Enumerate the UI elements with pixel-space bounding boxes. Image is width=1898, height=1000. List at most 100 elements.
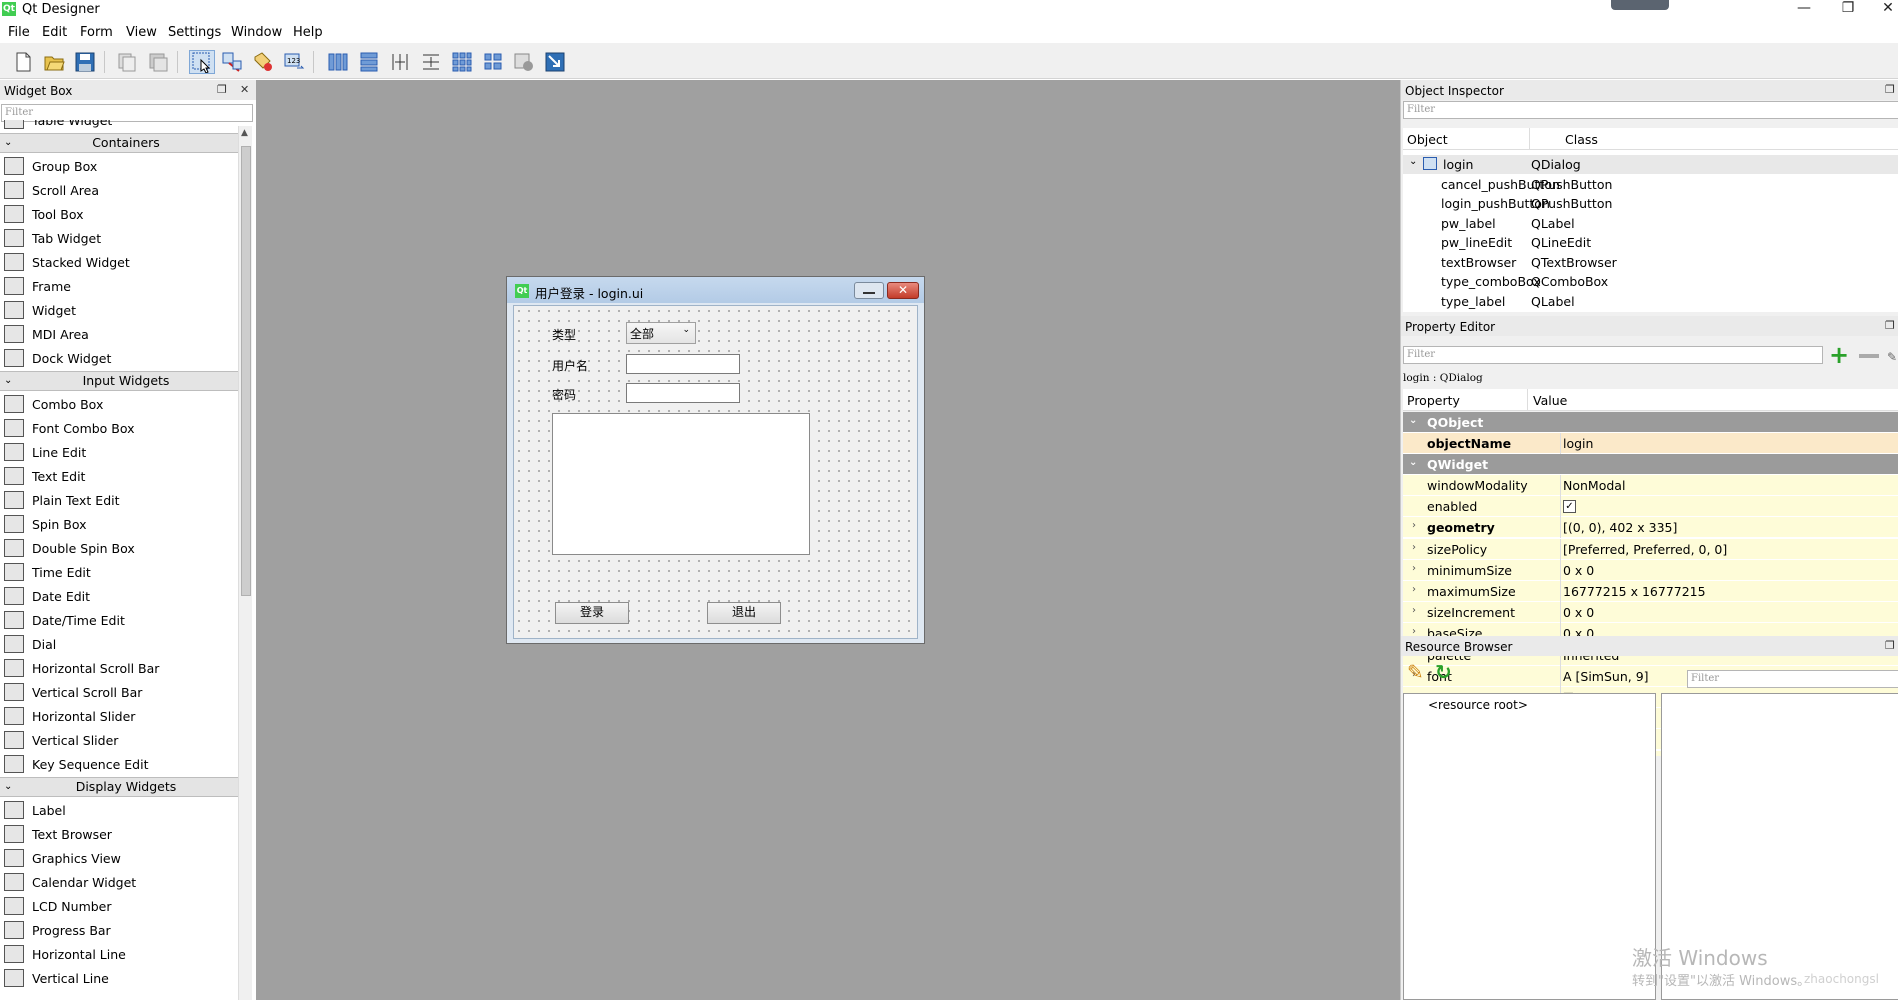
property-value[interactable]: 16777215 x 16777215 bbox=[1563, 584, 1706, 599]
list-item[interactable]: Dock Widget bbox=[0, 346, 252, 370]
property-row[interactable]: › sizePolicy [Preferred, Preferred, 0, 0] bbox=[1403, 538, 1898, 560]
list-item[interactable]: Tool Box bbox=[0, 202, 252, 226]
list-item[interactable]: Spin Box bbox=[0, 512, 252, 536]
property-row[interactable]: › sizeIncrement 0 x 0 bbox=[1403, 602, 1898, 624]
layout-splitter-vertical-icon[interactable] bbox=[418, 50, 444, 74]
resource-filter[interactable]: Filter bbox=[1687, 670, 1898, 688]
category-header[interactable]: ⌄ Containers bbox=[0, 133, 252, 153]
tree-row[interactable]: type_comboBox QComboBox bbox=[1403, 272, 1898, 291]
adjust-size-icon[interactable] bbox=[542, 50, 568, 74]
dialog-close-button[interactable]: ✕ bbox=[887, 282, 919, 299]
tree-row[interactable]: ⌄ login QDialog bbox=[1403, 155, 1898, 174]
property-row-objectname[interactable]: objectName login bbox=[1403, 433, 1898, 454]
property-row[interactable]: windowModality NonModal bbox=[1403, 475, 1898, 496]
list-item[interactable]: LCD Number bbox=[0, 894, 252, 918]
layout-horizontal-icon[interactable] bbox=[325, 50, 351, 74]
menu-file[interactable]: File bbox=[8, 25, 30, 40]
list-item[interactable]: Text Browser bbox=[0, 822, 252, 846]
edit-resources-icon[interactable]: ✎ bbox=[1407, 660, 1429, 684]
property-row[interactable]: › minimumSize 0 x 0 bbox=[1403, 559, 1898, 581]
property-filter[interactable]: Filter bbox=[1403, 346, 1823, 364]
add-property-icon[interactable]: + bbox=[1829, 343, 1851, 367]
menu-help[interactable]: Help bbox=[293, 25, 323, 40]
close-button[interactable]: ✕ bbox=[1874, 0, 1898, 18]
list-item[interactable]: Progress Bar bbox=[0, 918, 252, 942]
restore-button[interactable]: ❐ bbox=[1834, 0, 1862, 18]
list-item[interactable]: Group Box bbox=[0, 154, 252, 178]
username-label[interactable]: 用户名 bbox=[552, 357, 588, 374]
layout-grid-icon[interactable] bbox=[449, 50, 475, 74]
tree-row[interactable]: login_pushButton QPushButton bbox=[1403, 194, 1898, 213]
list-item[interactable]: Vertical Scroll Bar bbox=[0, 680, 252, 704]
list-item[interactable]: Key Sequence Edit bbox=[0, 752, 252, 776]
configure-icon[interactable]: ✎ bbox=[1887, 350, 1898, 364]
float-dock-icon[interactable]: ❐ bbox=[1885, 639, 1895, 652]
list-item[interactable]: Horizontal Slider bbox=[0, 704, 252, 728]
list-item[interactable]: Vertical Slider bbox=[0, 728, 252, 752]
resource-root[interactable]: <resource root> bbox=[1428, 698, 1528, 712]
layout-vertical-icon[interactable] bbox=[356, 50, 382, 74]
group-qwidget[interactable]: ⌄ QWidget bbox=[1403, 454, 1898, 474]
list-item[interactable]: MDI Area bbox=[0, 322, 252, 346]
open-folder-icon[interactable] bbox=[41, 50, 67, 74]
edit-buddies-icon[interactable] bbox=[250, 50, 276, 74]
list-item[interactable]: Horizontal Line bbox=[0, 942, 252, 966]
group-qobject[interactable]: ⌄ QObject bbox=[1403, 412, 1898, 432]
layout-form-icon[interactable] bbox=[480, 50, 506, 74]
type-combobox[interactable]: 全部 ⌄ bbox=[626, 322, 696, 344]
save-icon[interactable] bbox=[72, 50, 98, 74]
menu-settings[interactable]: Settings bbox=[168, 25, 221, 40]
category-header[interactable]: ⌄ Display Widgets bbox=[0, 777, 252, 797]
col-object[interactable]: Object bbox=[1407, 132, 1448, 147]
list-item[interactable]: Widget bbox=[0, 298, 252, 322]
break-layout-icon[interactable] bbox=[511, 50, 537, 74]
property-value[interactable]: 0 x 0 bbox=[1563, 605, 1594, 620]
layout-splitter-horizontal-icon[interactable] bbox=[387, 50, 413, 74]
list-item[interactable]: Vertical Line bbox=[0, 966, 252, 990]
list-item[interactable]: Calendar Widget bbox=[0, 870, 252, 894]
text-browser[interactable] bbox=[552, 413, 810, 555]
menu-edit[interactable]: Edit bbox=[42, 25, 67, 40]
col-class[interactable]: Class bbox=[1565, 132, 1598, 147]
reload-icon[interactable]: ↻ bbox=[1435, 660, 1457, 684]
float-dock-icon[interactable]: ❐ bbox=[1885, 83, 1895, 96]
list-item[interactable]: Scroll Area bbox=[0, 178, 252, 202]
property-value[interactable]: NonModal bbox=[1563, 478, 1625, 493]
menu-view[interactable]: View bbox=[126, 25, 157, 40]
property-value[interactable]: [Preferred, Preferred, 0, 0] bbox=[1563, 542, 1727, 557]
col-property[interactable]: Property bbox=[1407, 393, 1460, 408]
property-checkbox[interactable]: ✓ bbox=[1563, 500, 1576, 514]
list-item[interactable]: Date/Time Edit bbox=[0, 608, 252, 632]
list-item[interactable]: Stacked Widget bbox=[0, 250, 252, 274]
property-value[interactable]: A [SimSun, 9] bbox=[1563, 669, 1649, 684]
property-row[interactable]: › geometry [(0, 0), 402 x 335] bbox=[1403, 517, 1898, 539]
username-field[interactable] bbox=[626, 354, 740, 374]
list-item[interactable]: Line Edit bbox=[0, 440, 252, 464]
object-inspector-filter[interactable]: Filter bbox=[1403, 101, 1898, 119]
list-item[interactable]: Frame bbox=[0, 274, 252, 298]
new-file-icon[interactable] bbox=[10, 50, 36, 74]
edit-widgets-icon[interactable] bbox=[189, 50, 215, 74]
remove-property-icon[interactable] bbox=[1859, 354, 1879, 358]
password-field[interactable] bbox=[626, 383, 740, 403]
login-button[interactable]: 登录 bbox=[555, 602, 629, 624]
menu-window[interactable]: Window bbox=[231, 25, 282, 40]
paste-icon[interactable] bbox=[145, 50, 171, 74]
list-item[interactable]: Table Widget bbox=[0, 120, 252, 132]
property-row[interactable]: › maximumSize 16777215 x 16777215 bbox=[1403, 581, 1898, 602]
tree-row[interactable]: type_label QLabel bbox=[1403, 292, 1898, 311]
tree-row[interactable]: textBrowser QTextBrowser bbox=[1403, 253, 1898, 272]
type-label[interactable]: 类型 bbox=[552, 326, 576, 343]
copy-icon[interactable] bbox=[114, 50, 140, 74]
property-row[interactable]: enabled ✓ bbox=[1403, 496, 1898, 518]
list-item[interactable]: Font Combo Box bbox=[0, 416, 252, 440]
edit-tab-order-icon[interactable]: 123 bbox=[281, 50, 307, 74]
list-item[interactable]: Dial bbox=[0, 632, 252, 656]
widget-box-scrollbar[interactable]: ▲ bbox=[238, 126, 252, 1000]
list-item[interactable]: Time Edit bbox=[0, 560, 252, 584]
list-item[interactable]: Horizontal Scroll Bar bbox=[0, 656, 252, 680]
minimize-button[interactable]: — bbox=[1790, 0, 1818, 18]
category-header[interactable]: ⌄ Input Widgets bbox=[0, 371, 252, 391]
list-item[interactable]: Plain Text Edit bbox=[0, 488, 252, 512]
menu-form[interactable]: Form bbox=[80, 25, 113, 40]
